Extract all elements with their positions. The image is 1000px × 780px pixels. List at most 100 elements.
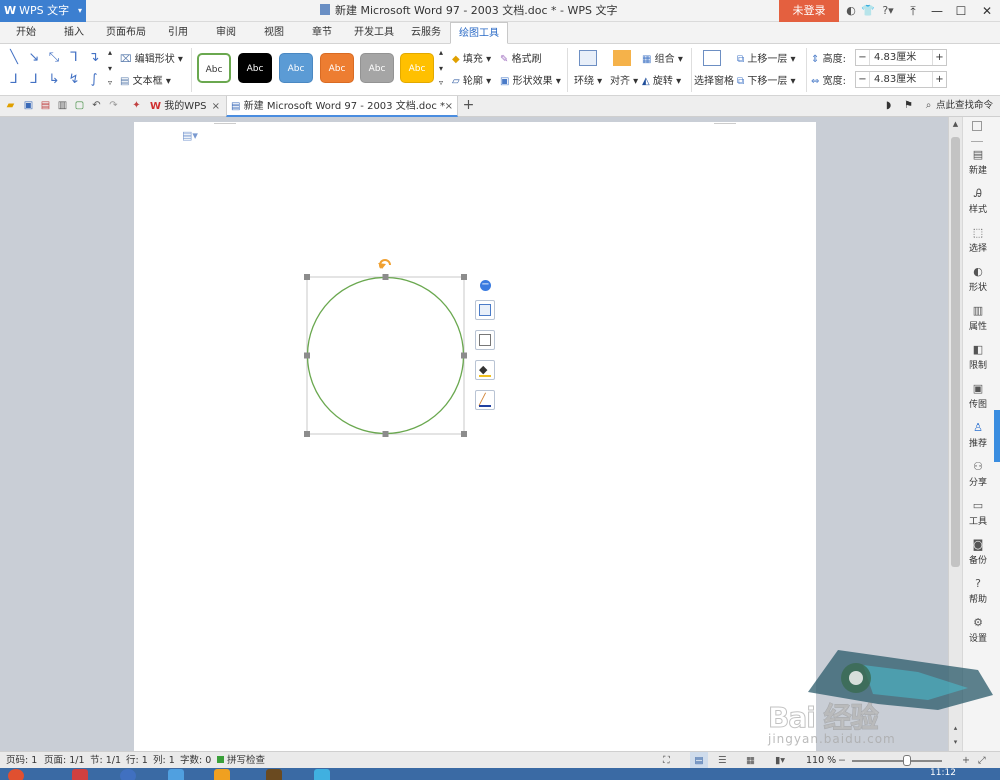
selection-pane-icon[interactable]	[703, 50, 721, 66]
align-icon[interactable]	[613, 50, 631, 66]
resize-handles[interactable]	[304, 274, 467, 437]
bring-forward-button[interactable]: ⧉ 上移一层 ▾	[737, 50, 796, 65]
wrap-text-icon[interactable]	[579, 50, 597, 66]
shape-style-swatch[interactable]: Abc	[279, 53, 313, 83]
wps-app-menu-button[interactable]: W WPS 文字 ▾	[0, 0, 86, 22]
shape-style-button[interactable]	[475, 330, 495, 350]
format-painter-button[interactable]: ✎ 格式刷	[500, 50, 542, 65]
scrollbar-thumb[interactable]	[951, 137, 960, 567]
panel-item-restrict[interactable]: ◧ 限制	[963, 344, 993, 372]
save-icon[interactable]: ▣	[22, 99, 35, 112]
styles-scroll-down-icon[interactable]: ▾	[439, 64, 443, 73]
zoom-slider-track[interactable]	[852, 760, 942, 762]
collapse-tools-icon[interactable]: −	[480, 280, 491, 291]
panel-item-tools[interactable]: ▭ 工具	[963, 500, 993, 528]
height-spinner[interactable]: − 4.83厘米 +	[855, 49, 947, 66]
close-icon[interactable]: ×	[212, 96, 220, 117]
shirt-icon[interactable]: 👕	[860, 3, 876, 19]
resize-handle[interactable]	[304, 352, 310, 359]
resize-handle[interactable]	[461, 431, 467, 437]
rotate-handle-icon[interactable]	[378, 259, 391, 269]
export-pdf-icon[interactable]: ▤	[39, 99, 52, 112]
restore-ribbon-icon[interactable]: ⤒	[902, 0, 924, 22]
status-word-count[interactable]: 字数: 0	[180, 752, 211, 769]
outline-button[interactable]: ▱ 轮廓 ▾	[452, 72, 491, 87]
doc-tab-my-wps[interactable]: W 我的WPS ×	[146, 96, 224, 117]
curved-connector-icon[interactable]: ⅃	[26, 72, 42, 88]
styles-scroll-up-icon[interactable]: ▴	[439, 48, 443, 57]
zoom-level[interactable]: 110 %	[806, 752, 836, 769]
tab-review[interactable]: 审阅	[206, 22, 246, 44]
shape-fill-button[interactable]: ◆	[475, 360, 495, 380]
flag-icon[interactable]: ⚑	[902, 99, 915, 112]
maximize-button[interactable]: ☐	[950, 0, 972, 22]
outline-view-icon[interactable]: ☰	[718, 752, 727, 769]
width-value[interactable]: 4.83厘米	[874, 72, 916, 87]
spellcheck-toggle[interactable]: 拼写检查	[217, 752, 265, 769]
shape-style-swatch[interactable]: Abc	[238, 53, 272, 83]
tab-cloud[interactable]: 云服务	[404, 22, 448, 44]
command-search-input[interactable]: 点此查找命令	[936, 97, 993, 114]
close-icon[interactable]: ×	[445, 96, 453, 117]
gallery-scroll-up-icon[interactable]: ▴	[108, 48, 112, 57]
double-arrow-line-icon[interactable]: ⤡	[46, 50, 62, 66]
tab-drawing-tools[interactable]: 绘图工具	[450, 22, 508, 44]
resize-handle[interactable]	[461, 274, 467, 280]
scroll-up-icon[interactable]: ▲	[951, 119, 960, 129]
elbow-double-arrow-icon[interactable]: ⅃	[6, 72, 22, 88]
doc-tab-current-document[interactable]: ▤ 新建 Microsoft Word 97 - 2003 文档.doc * ×	[226, 96, 458, 117]
print-preview-icon[interactable]: ▢	[73, 99, 86, 112]
wrap-button[interactable]: 环绕 ▾	[574, 72, 602, 87]
circle-shape[interactable]	[306, 276, 465, 435]
shape-style-swatch[interactable]: Abc	[360, 53, 394, 83]
taskbar-app-icon[interactable]	[266, 769, 282, 780]
zoom-out-icon[interactable]: −	[838, 752, 846, 769]
tab-insert[interactable]: 插入	[54, 22, 94, 44]
tab-page-layout[interactable]: 页面布局	[102, 22, 150, 44]
line-icon[interactable]: ╲	[6, 50, 22, 66]
zoom-in-icon[interactable]: +	[962, 752, 970, 769]
panel-item-help[interactable]: ? 帮助	[963, 578, 993, 606]
login-button[interactable]: 未登录	[779, 0, 839, 22]
gallery-more-icon[interactable]: ▿	[108, 78, 112, 87]
resize-handle[interactable]	[461, 352, 467, 359]
edit-shape-button[interactable]: ⌧ 编辑形状 ▾	[120, 50, 183, 65]
web-view-icon[interactable]: ▦	[746, 752, 755, 769]
width-decrease-button[interactable]: −	[856, 72, 870, 87]
resize-handle[interactable]	[304, 431, 310, 437]
width-spinner[interactable]: − 4.83厘米 +	[855, 71, 947, 88]
panel-item-style[interactable]: Ꭿ 样式	[963, 188, 993, 216]
align-button[interactable]: 对齐 ▾	[610, 72, 638, 87]
document-page[interactable]: ▤▾ − ◆ ╱	[134, 122, 816, 751]
panel-item-recommend[interactable]: ♙ 推荐	[963, 422, 993, 450]
styles-more-icon[interactable]: ▿	[439, 78, 443, 87]
taskbar-browser-icon[interactable]	[120, 769, 136, 780]
fit-window-icon[interactable]: ⤢	[978, 752, 986, 769]
panel-item-shape[interactable]: ◐ 形状	[963, 266, 993, 294]
undo-icon[interactable]: ↶	[90, 99, 103, 112]
taskbar-app-icon[interactable]	[72, 769, 88, 780]
taskbar-app-icon[interactable]	[314, 769, 330, 780]
width-increase-button[interactable]: +	[932, 72, 946, 87]
shape-effect-button[interactable]: ▣ 形状效果 ▾	[500, 72, 561, 87]
zoom-slider-handle[interactable]	[903, 755, 911, 766]
height-decrease-button[interactable]: −	[856, 50, 870, 65]
group-button[interactable]: ▦ 组合 ▾	[642, 50, 683, 65]
open-folder-icon[interactable]: ▰	[4, 99, 17, 112]
print-icon[interactable]: ▥	[56, 99, 69, 112]
tab-developer[interactable]: 开发工具	[350, 22, 398, 44]
panel-item-new-document[interactable]: ▤ 新建	[963, 149, 993, 177]
shape-style-swatch[interactable]: Abc	[197, 53, 231, 83]
start-button-icon[interactable]	[8, 769, 24, 780]
height-increase-button[interactable]: +	[932, 50, 946, 65]
curve-icon[interactable]: ∫	[86, 72, 102, 88]
panel-toggle-icon[interactable]	[972, 121, 982, 131]
height-value[interactable]: 4.83厘米	[874, 50, 916, 65]
panel-item-share[interactable]: ⚇ 分享	[963, 461, 993, 489]
curved-arrow-connector-icon[interactable]: ↳	[46, 72, 62, 88]
text-box-button[interactable]: ▤ 文本框 ▾	[120, 72, 171, 87]
rotate-button[interactable]: ◭ 旋转 ▾	[642, 72, 681, 87]
reading-view-icon[interactable]: ▮▾	[775, 752, 785, 769]
shape-outline-button[interactable]: ╱	[475, 390, 495, 410]
elbow-arrow-connector-icon[interactable]: ↴	[86, 50, 102, 66]
